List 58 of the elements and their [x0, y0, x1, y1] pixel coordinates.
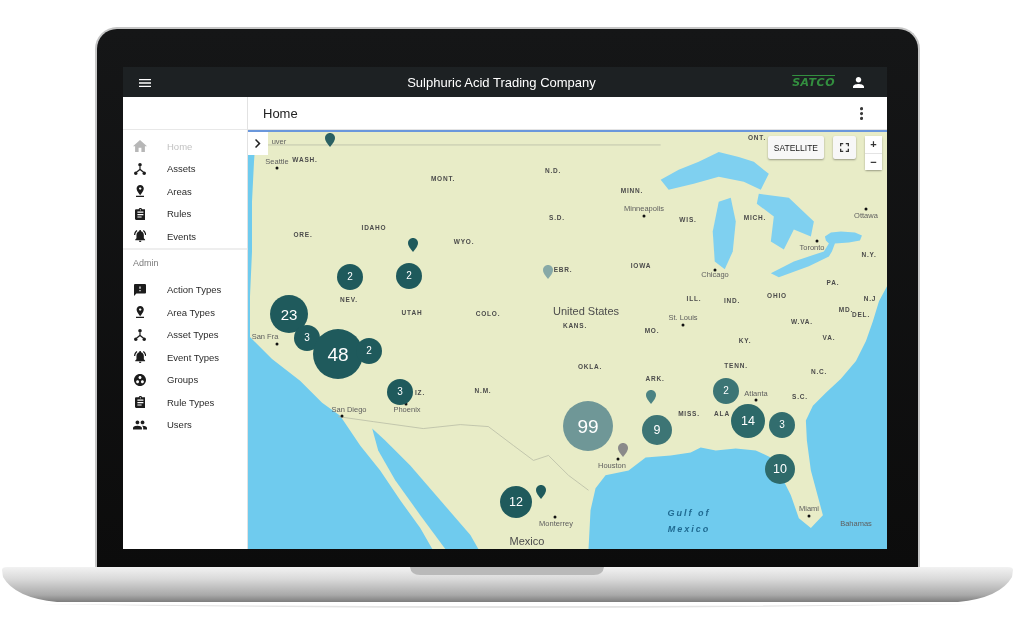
- nav-item[interactable]: Rules: [123, 202, 247, 225]
- nav-item[interactable]: Rule Types: [123, 391, 247, 414]
- home-icon: [133, 140, 147, 153]
- country-label: Mexico: [509, 535, 545, 547]
- more-options-icon[interactable]: [859, 106, 863, 120]
- city-dot-icon: [864, 207, 868, 211]
- city-dot-icon: [553, 515, 557, 519]
- nav-item[interactable]: Action Types: [123, 278, 247, 301]
- map-pin-icon[interactable]: [325, 133, 335, 147]
- map-pin-icon[interactable]: [408, 238, 418, 252]
- map-pin-icon[interactable]: [536, 485, 546, 499]
- city-dot-icon: [404, 402, 408, 406]
- country-label: United States: [553, 305, 619, 317]
- menu-icon[interactable]: [139, 79, 151, 87]
- nodes-icon: [134, 162, 146, 175]
- nav-item[interactable]: Assets: [123, 157, 247, 180]
- nav-item[interactable]: Area Types: [123, 301, 247, 324]
- zoom-out-button[interactable]: −: [865, 153, 882, 170]
- nav-item[interactable]: Users: [123, 413, 247, 436]
- nodes-icon: [134, 328, 146, 341]
- map-pin-icon[interactable]: [618, 443, 628, 457]
- app-title: Sulphuric Acid Trading Company: [407, 74, 596, 90]
- city-dot-icon: [340, 414, 344, 418]
- city-dot-icon: [754, 398, 758, 402]
- city-dot-icon: [275, 166, 279, 170]
- clipboard-icon: [134, 396, 146, 409]
- city-dot-icon: [681, 323, 685, 327]
- section-heading: Admin: [132, 256, 160, 270]
- city-dot-icon: [713, 268, 717, 272]
- bell-icon: [133, 230, 147, 243]
- location-pin-icon: [135, 185, 145, 198]
- fullscreen-button[interactable]: [833, 136, 856, 159]
- location-pin-icon: [135, 306, 145, 319]
- zoom-in-button[interactable]: +: [865, 136, 882, 153]
- clipboard-icon: [134, 207, 146, 220]
- water-label: Gulf of: [667, 508, 711, 518]
- nav-item[interactable]: Asset Types: [123, 323, 247, 346]
- people-icon: [133, 418, 147, 431]
- alert-message-icon: [134, 283, 146, 296]
- city-dot-icon: [807, 514, 811, 518]
- city-dot-icon: [815, 239, 819, 243]
- brand-logo: SATCO: [792, 75, 835, 89]
- fullscreen-icon: [840, 143, 849, 152]
- city-dot-icon: [616, 457, 620, 461]
- city-dot-icon: [642, 214, 646, 218]
- nav-item[interactable]: Groups: [123, 368, 247, 391]
- map-type-button[interactable]: SATELLITE: [767, 136, 824, 159]
- nav-item[interactable]: Event Types: [123, 346, 247, 369]
- nav-item[interactable]: Areas: [123, 180, 247, 203]
- expand-panel-button[interactable]: [248, 132, 268, 155]
- bell-icon: [133, 351, 147, 364]
- water-label: Mexico: [667, 524, 711, 534]
- page-title: Home: [263, 105, 298, 121]
- chevron-right-icon: [255, 139, 261, 148]
- map-pin-icon[interactable]: [646, 390, 656, 404]
- city-dot-icon: [275, 342, 279, 346]
- nav-item[interactable]: Events: [123, 225, 247, 248]
- account-icon[interactable]: [853, 76, 864, 88]
